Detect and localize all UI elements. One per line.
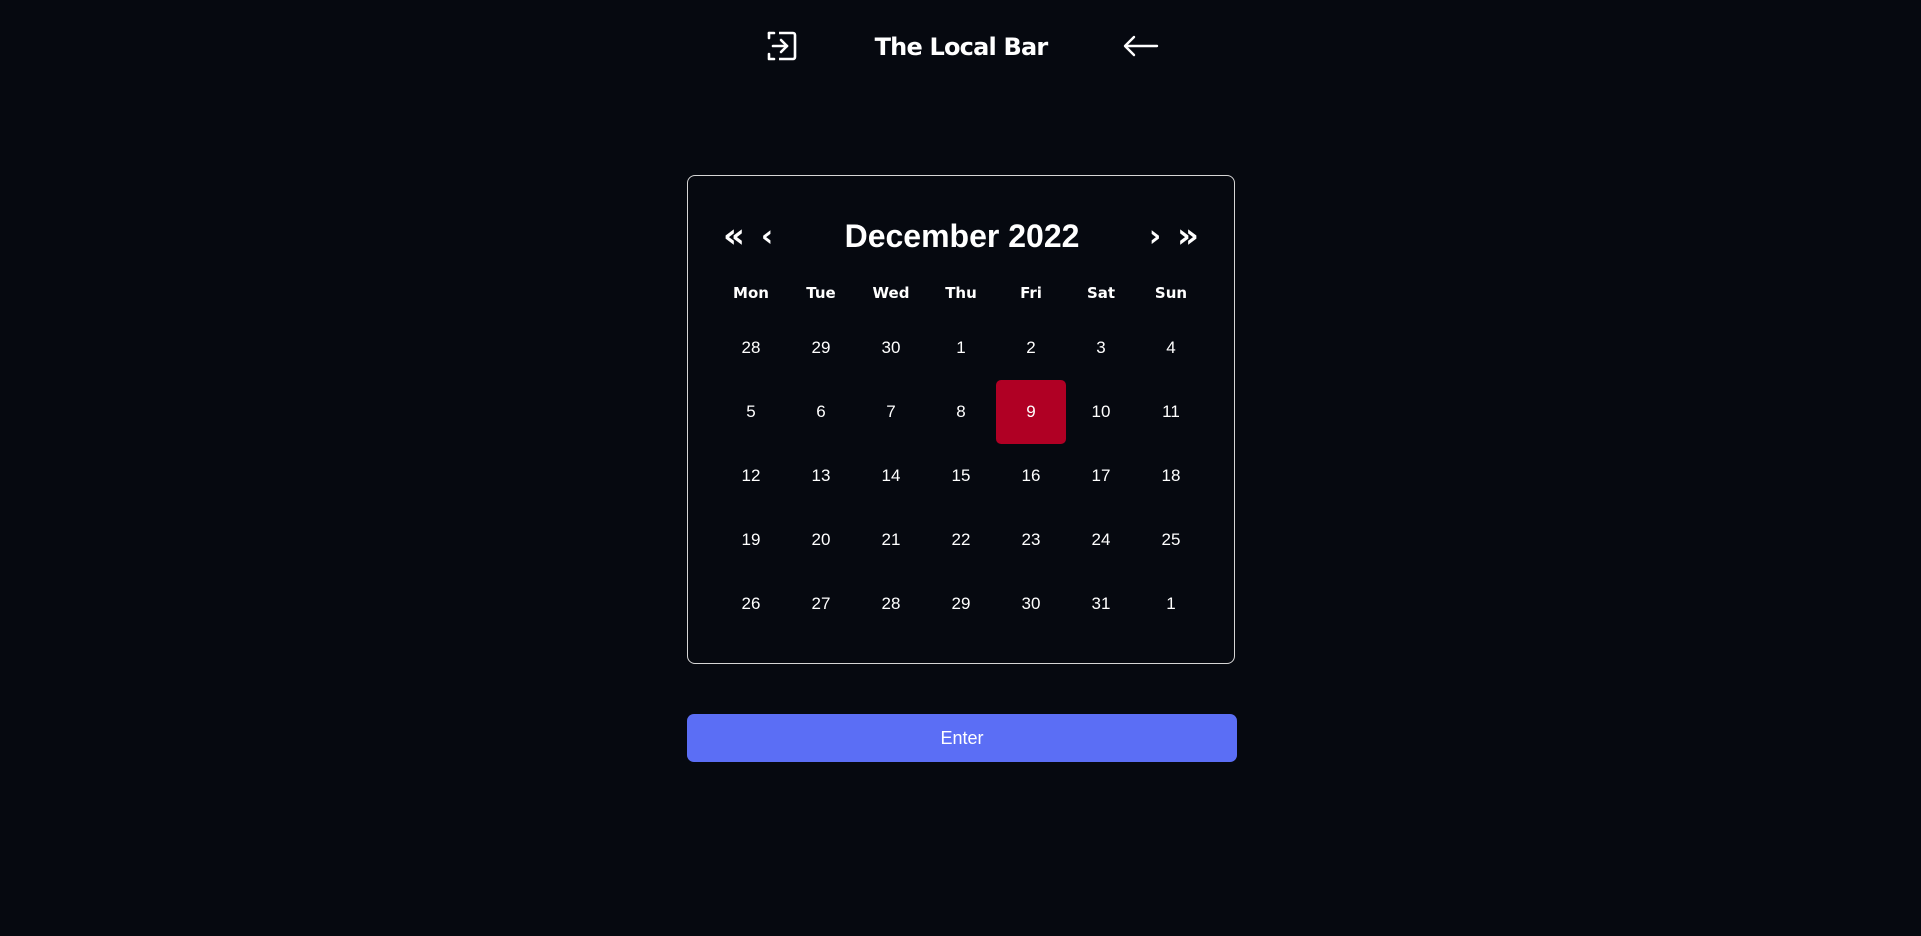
day-cell[interactable]: 4 [1136,316,1206,380]
day-cell[interactable]: 29 [926,572,996,636]
day-cell[interactable]: 6 [786,380,856,444]
day-cell[interactable]: 11 [1136,380,1206,444]
day-cell[interactable]: 10 [1066,380,1136,444]
weekday-label: Mon [733,284,769,302]
page: The Local Bar « ‹ December 2022 › » Mon … [0,0,1921,936]
previous-month-button[interactable]: ‹ [752,210,782,262]
day-cell[interactable]: 25 [1136,508,1206,572]
weekday-label: Fri [1020,284,1042,302]
day-cell[interactable]: 13 [786,444,856,508]
weekday-header: Mon Tue Wed Thu Fri Sat Sun [716,280,1206,306]
day-cell[interactable]: 26 [716,572,786,636]
day-cell[interactable]: 5 [716,380,786,444]
enter-button[interactable]: Enter [687,714,1237,762]
day-cell[interactable]: 16 [996,444,1066,508]
day-cell[interactable]: 12 [716,444,786,508]
weekday-label: Sun [1154,284,1188,302]
day-cell[interactable]: 31 [1066,572,1136,636]
day-cell[interactable]: 7 [856,380,926,444]
weekday-label: Tue [806,284,836,302]
day-cell[interactable]: 30 [996,572,1066,636]
header: The Local Bar [0,0,1921,92]
day-cell[interactable]: 24 [1066,508,1136,572]
login-icon [767,31,797,61]
day-cell-selected[interactable]: 9 [996,380,1066,444]
day-cell[interactable]: 1 [1136,572,1206,636]
previous-year-button[interactable]: « [716,210,752,262]
back-button[interactable] [1121,27,1161,65]
day-cell[interactable]: 22 [926,508,996,572]
day-cell[interactable]: 8 [926,380,996,444]
next-year-button[interactable]: » [1170,210,1206,262]
day-cell[interactable]: 21 [856,508,926,572]
login-button[interactable] [763,27,801,65]
day-cell[interactable]: 2 [996,316,1066,380]
day-cell[interactable]: 28 [856,572,926,636]
day-cell[interactable]: 23 [996,508,1066,572]
day-cell[interactable]: 27 [786,572,856,636]
next-month-button[interactable]: › [1140,210,1170,262]
day-cell[interactable]: 15 [926,444,996,508]
weekday-label: Wed [872,284,910,302]
day-cell[interactable]: 14 [856,444,926,508]
day-cell[interactable]: 17 [1066,444,1136,508]
day-cell[interactable]: 28 [716,316,786,380]
day-grid: 28 29 30 1 2 3 4 5 6 7 8 9 10 11 12 13 1… [716,316,1206,636]
day-cell[interactable]: 19 [716,508,786,572]
page-title: The Local Bar [874,33,1049,61]
day-cell[interactable]: 3 [1066,316,1136,380]
weekday-label: Sat [1086,284,1116,302]
arrow-left-icon [1123,35,1159,57]
weekday-label: Thu [945,284,977,302]
day-cell[interactable]: 18 [1136,444,1206,508]
day-cell[interactable]: 30 [856,316,926,380]
day-cell[interactable]: 1 [926,316,996,380]
day-cell[interactable]: 29 [786,316,856,380]
day-cell[interactable]: 20 [786,508,856,572]
month-label[interactable]: December 2022 [790,210,1134,262]
